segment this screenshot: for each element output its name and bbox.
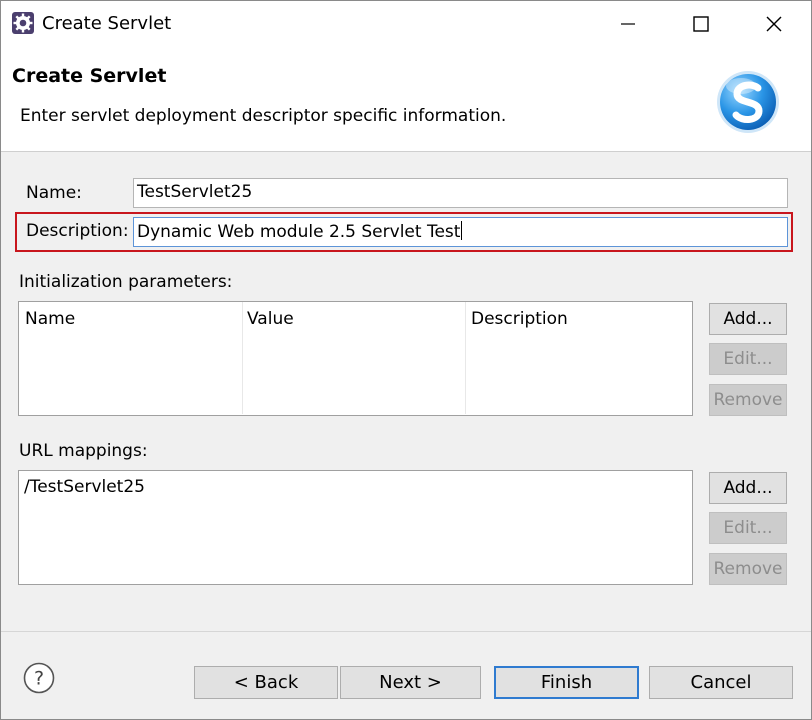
window-title: Create Servlet: [42, 13, 172, 34]
url-mappings-remove-button[interactable]: Remove: [709, 553, 787, 585]
maximize-icon: [693, 16, 709, 32]
column-header-value[interactable]: Value: [247, 309, 294, 329]
list-item[interactable]: /TestServlet25: [24, 477, 145, 497]
column-separator: [465, 302, 466, 414]
init-params-table[interactable]: Name Value Description: [18, 301, 693, 416]
wizard-banner: Create Servlet Enter servlet deployment …: [1, 47, 811, 152]
description-input[interactable]: Dynamic Web module 2.5 Servlet Test: [133, 217, 788, 247]
servlet-s-logo-icon: [715, 69, 781, 135]
init-params-edit-button[interactable]: Edit...: [709, 343, 787, 375]
init-params-add-button[interactable]: Add...: [709, 303, 787, 335]
minimize-button[interactable]: [605, 1, 651, 47]
title-bar[interactable]: Create Servlet: [1, 1, 811, 47]
minimize-icon: [621, 23, 635, 25]
init-params-label: Initialization parameters:: [19, 272, 233, 292]
svg-text:?: ?: [34, 668, 44, 690]
column-separator: [242, 302, 243, 414]
description-label: Description:: [26, 221, 129, 241]
create-servlet-dialog: Create Servlet Create Servlet Enter serv…: [0, 0, 812, 720]
cancel-button[interactable]: Cancel: [649, 666, 793, 699]
column-header-description[interactable]: Description: [471, 309, 568, 329]
next-button[interactable]: Next >: [340, 666, 481, 699]
url-mappings-label: URL mappings:: [19, 441, 148, 461]
banner-description: Enter servlet deployment descriptor spec…: [20, 106, 507, 126]
url-mappings-edit-button[interactable]: Edit...: [709, 512, 787, 544]
help-icon[interactable]: ?: [23, 662, 55, 694]
init-params-remove-button[interactable]: Remove: [709, 384, 787, 416]
url-mappings-add-button[interactable]: Add...: [709, 472, 787, 504]
url-mappings-list[interactable]: /TestServlet25: [18, 470, 693, 585]
eclipse-gear-icon: [11, 11, 35, 35]
footer-separator: [1, 631, 811, 632]
name-label: Name:: [26, 183, 82, 203]
back-button[interactable]: < Back: [194, 666, 338, 699]
name-input-value: TestServlet25: [137, 182, 253, 202]
description-input-value: Dynamic Web module 2.5 Servlet Test: [137, 222, 461, 242]
banner-title: Create Servlet: [12, 65, 167, 87]
finish-button[interactable]: Finish: [494, 666, 639, 699]
column-header-name[interactable]: Name: [25, 309, 75, 329]
close-button[interactable]: [751, 1, 797, 47]
close-icon: [766, 16, 782, 32]
name-input[interactable]: TestServlet25: [133, 178, 788, 208]
maximize-button[interactable]: [678, 1, 724, 47]
text-caret: [461, 221, 463, 240]
